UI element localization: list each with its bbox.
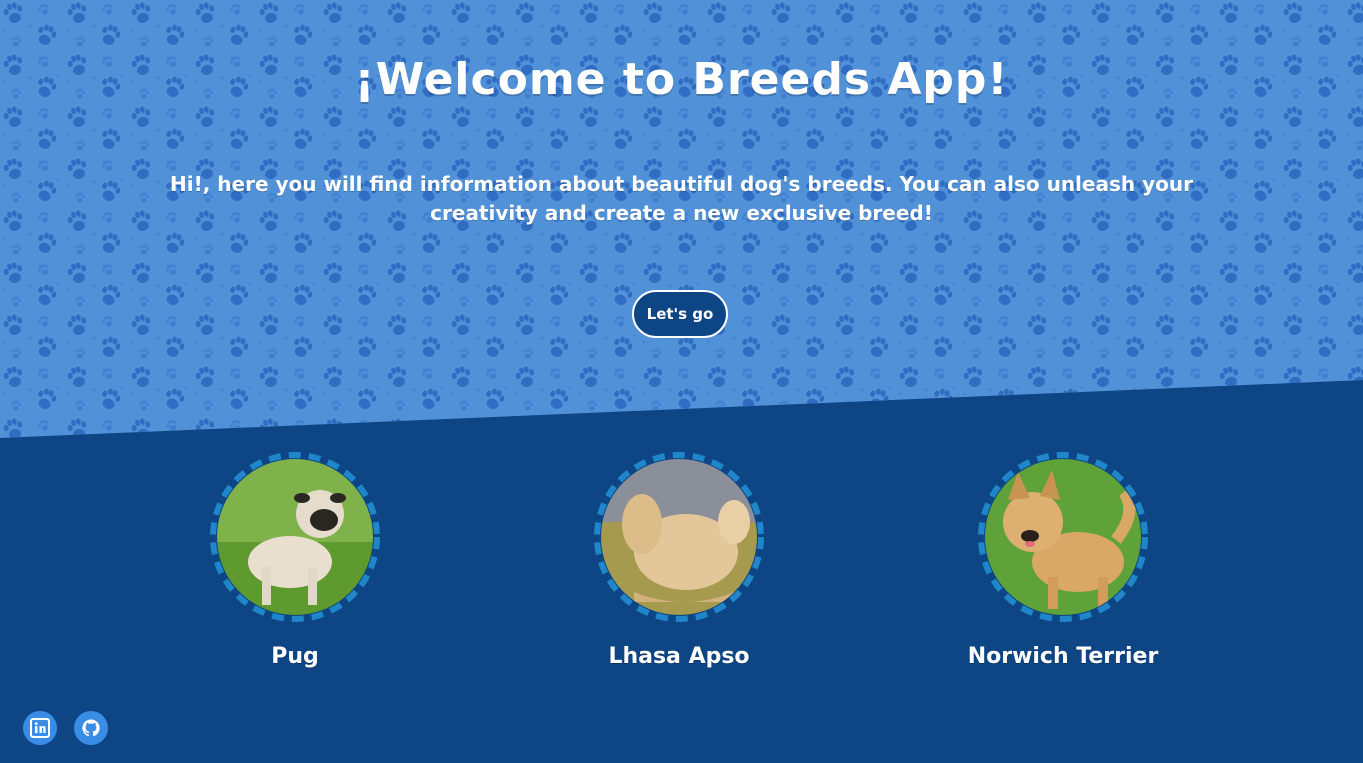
breed-name-norwich-terrier[interactable]: Norwich Terrier <box>913 644 1213 669</box>
hero-section: ¡Welcome to Breeds App! Hi!, here you wi… <box>0 0 1363 438</box>
breed-card-pug[interactable]: Pug <box>145 452 445 669</box>
breed-name-lhasa-apso[interactable]: Lhasa Apso <box>529 644 829 669</box>
linkedin-link[interactable] <box>23 711 57 745</box>
breed-image-lhasa-apso[interactable] <box>594 452 764 622</box>
linkedin-icon <box>30 718 50 738</box>
github-icon <box>82 719 100 737</box>
breed-image-pug[interactable] <box>210 452 380 622</box>
breed-name-pug[interactable]: Pug <box>145 644 445 669</box>
breed-card-lhasa-apso[interactable]: Lhasa Apso <box>529 452 829 669</box>
breed-image-norwich-terrier[interactable] <box>978 452 1148 622</box>
page-title: ¡Welcome to Breeds App! <box>354 54 1009 105</box>
lets-go-button[interactable]: Let's go <box>632 290 728 338</box>
github-link[interactable] <box>74 711 108 745</box>
breed-card-norwich-terrier[interactable]: Norwich Terrier <box>913 452 1213 669</box>
intro-text: Hi!, here you will find information abou… <box>170 172 1193 225</box>
